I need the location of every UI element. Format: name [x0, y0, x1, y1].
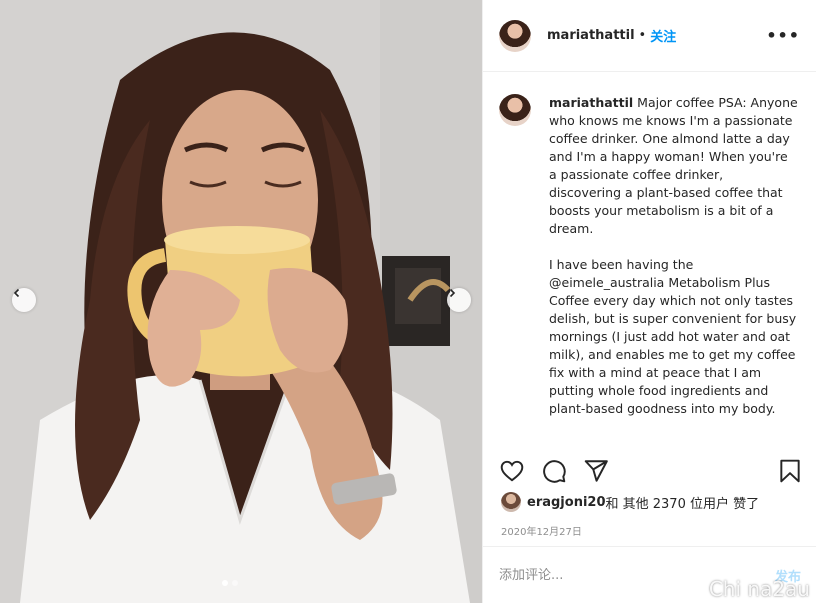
post-sidebar: mariathattil • 关注 ••• mariathattil Major…: [482, 0, 816, 603]
bookmark-icon[interactable]: [777, 458, 803, 484]
liker-avatar[interactable]: [501, 492, 521, 512]
carousel-dot: [232, 580, 238, 586]
paper-plane-icon[interactable]: [583, 458, 609, 484]
watermark-logo: Chi na2au: [708, 577, 810, 601]
post-photo: [0, 0, 482, 603]
post-caption: mariathattil Major coffee PSA: Anyone wh…: [499, 94, 804, 436]
action-bar: [499, 458, 803, 484]
carousel-prev-button[interactable]: [12, 288, 36, 312]
carousel-next-button[interactable]: [447, 288, 471, 312]
post-username[interactable]: mariathattil: [547, 28, 635, 43]
avatar[interactable]: [499, 19, 531, 52]
more-options-icon[interactable]: •••: [766, 26, 800, 45]
caption-text: mariathattil Major coffee PSA: Anyone wh…: [549, 94, 799, 436]
likes-count-text[interactable]: 和 其他 2370 位用户 赞了: [606, 493, 760, 512]
heart-icon[interactable]: [499, 458, 525, 484]
liker-username[interactable]: eragjoni20: [527, 495, 606, 510]
caption-paragraph-2: I have been having the @eimele_australia…: [549, 257, 797, 416]
caption-username[interactable]: mariathattil: [549, 95, 633, 110]
likes-summary: eragjoni20 和 其他 2370 位用户 赞了: [501, 492, 759, 512]
caption-body-1: Major coffee PSA: Anyone who knows me kn…: [549, 95, 798, 236]
follow-button[interactable]: 关注: [650, 26, 676, 45]
caption-avatar[interactable]: [499, 94, 531, 126]
post-date: 2020年12月27日: [501, 527, 582, 538]
photo-illustration: [0, 0, 482, 603]
comment-icon[interactable]: [541, 458, 567, 484]
separator-dot: •: [638, 28, 647, 43]
carousel-dots: [222, 580, 238, 586]
carousel-dot: [222, 580, 228, 586]
caption-paragraph-1: mariathattil Major coffee PSA: Anyone wh…: [549, 94, 799, 238]
post-header: mariathattil • 关注 •••: [483, 0, 816, 72]
chevron-right-icon: [449, 288, 456, 298]
chevron-left-icon: [13, 288, 20, 298]
